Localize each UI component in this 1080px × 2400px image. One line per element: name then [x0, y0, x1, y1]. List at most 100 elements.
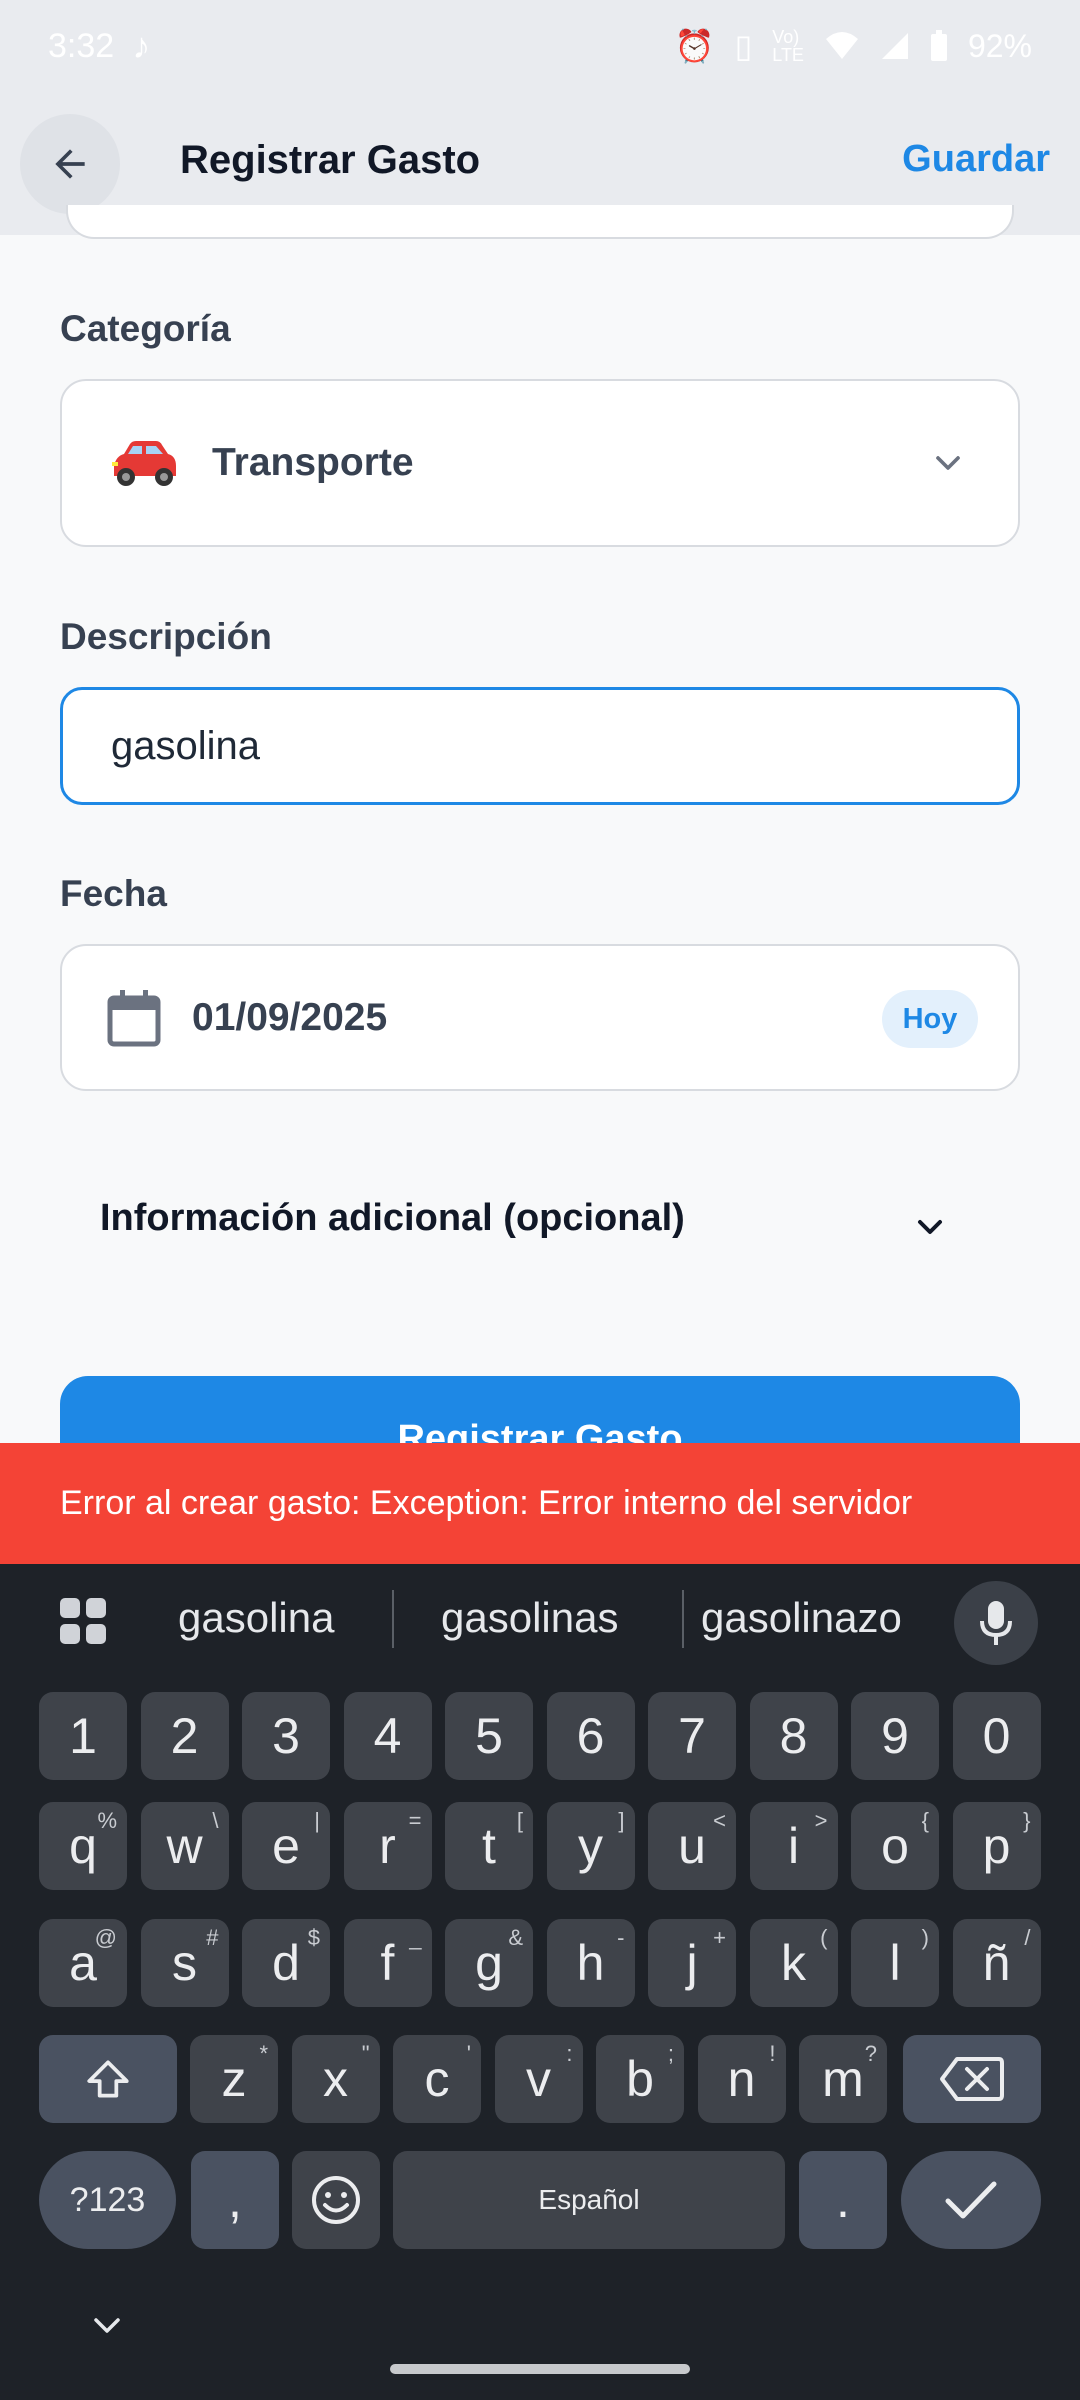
key-0[interactable]: 0 [952, 1692, 1041, 1780]
comma-key[interactable]: , [191, 2151, 279, 2249]
home-indicator[interactable] [390, 2364, 690, 2374]
key-3-label: 3 [272, 1708, 300, 1764]
symbols-key[interactable]: ?123 [39, 2151, 176, 2249]
key-p-label: p [982, 1818, 1011, 1874]
key-l-alt-char: ) [921, 1925, 929, 1950]
key-u[interactable]: u < [648, 1802, 736, 1890]
key-m[interactable]: m? [799, 2035, 887, 2123]
back-button[interactable] [20, 114, 120, 214]
key-w[interactable]: w \ [140, 1802, 229, 1890]
key-ñ[interactable]: ñ / [952, 1919, 1041, 2007]
description-input[interactable] [111, 723, 971, 769]
suggestion-divider [392, 1590, 394, 1648]
today-chip[interactable]: Hoy [882, 990, 978, 1048]
key-d-alt-char: $ [307, 1925, 320, 1950]
amount-field-partial[interactable] [66, 205, 1014, 239]
key-h[interactable]: h- [546, 1919, 635, 2007]
wifi-icon [825, 32, 858, 59]
key-c[interactable]: c ' [393, 2035, 481, 2123]
key-z[interactable]: z * [190, 2035, 278, 2123]
key-3[interactable]: 3 [242, 1692, 330, 1780]
key-4-label: 4 [373, 1708, 402, 1764]
done-key[interactable] [901, 2151, 1041, 2249]
key-v-label: v [526, 2051, 551, 2107]
key-k[interactable]: k( [749, 1919, 838, 2007]
key-x-alt-char: " [361, 2041, 370, 2066]
space-key-label: Español [538, 2184, 640, 2215]
key-q-alt-char: % [97, 1808, 117, 1833]
key-x[interactable]: x " [291, 2035, 380, 2123]
key-e[interactable]: e | [242, 1802, 330, 1890]
apps-grid-icon[interactable] [58, 1596, 108, 1646]
car-icon [112, 441, 176, 486]
shift-icon [87, 2060, 129, 2098]
space-key[interactable]: Español [393, 2151, 785, 2249]
key-j[interactable]: j + [648, 1919, 736, 2007]
key-b[interactable]: b; [596, 2035, 684, 2123]
key-l-label: l [889, 1935, 901, 1991]
key-f[interactable]: f _ [343, 1919, 432, 2007]
key-9[interactable]: 9 [851, 1692, 939, 1780]
suggestion-bar: gasolina gasolinas gasolinazo [0, 1564, 1080, 1672]
description-field[interactable] [60, 687, 1020, 805]
lte-icon: Vo) LTE [772, 27, 804, 65]
key-t[interactable]: t[ [445, 1802, 533, 1890]
key-a[interactable]: a @ [39, 1919, 127, 2007]
battery-icon [930, 30, 947, 61]
save-button[interactable]: Guardar [902, 138, 1050, 181]
additional-info-toggle[interactable]: Información adicional (opcional) [100, 1197, 685, 1240]
key-r[interactable]: r = [343, 1802, 432, 1890]
key-ñ-label: ñ [982, 1935, 1011, 1991]
suggestion-3[interactable]: gasolinazo [701, 1594, 902, 1642]
key-x-label: x [323, 2051, 348, 2107]
suggestion-1[interactable]: gasolina [178, 1594, 334, 1642]
chevron-down-icon[interactable] [910, 1207, 950, 1247]
date-field[interactable]: 01/09/2025 Hoy [60, 944, 1020, 1091]
key-o[interactable]: o{ [851, 1802, 939, 1890]
key-t-label: t [482, 1818, 496, 1874]
key-n[interactable]: n! [697, 2035, 786, 2123]
suggestion-2[interactable]: gasolinas [441, 1594, 618, 1642]
key-l[interactable]: l) [851, 1919, 939, 2007]
emoji-key[interactable] [292, 2151, 380, 2249]
key-1[interactable]: 1 [39, 1692, 127, 1780]
date-label: Fecha [60, 873, 167, 914]
key-s[interactable]: s # [140, 1919, 229, 2007]
date-value: 01/09/2025 [192, 995, 388, 1039]
shift-key[interactable] [39, 2035, 177, 2123]
collapse-keyboard-icon[interactable] [90, 2314, 124, 2338]
key-4[interactable]: 4 [343, 1692, 432, 1780]
key-6[interactable]: 6 [546, 1692, 635, 1780]
key-h-label: h [576, 1935, 605, 1991]
key-g[interactable]: g & [445, 1919, 533, 2007]
period-key[interactable]: . [799, 2151, 887, 2249]
key-v[interactable]: v: [494, 2035, 583, 2123]
key-r-alt-char: = [408, 1808, 422, 1833]
vibrate-icon: ▯ [734, 28, 753, 64]
key-z-label: z [221, 2051, 247, 2107]
key-r-label: r [379, 1818, 396, 1874]
symbols-key-label: ?123 [69, 2180, 146, 2219]
key-g-alt-char: & [508, 1925, 523, 1950]
key-y[interactable]: y] [546, 1802, 635, 1890]
key-ñ-alt-char: / [1024, 1925, 1031, 1950]
tiktok-icon: ♪ [132, 25, 151, 66]
key-7[interactable]: 7 [648, 1692, 736, 1780]
key-5[interactable]: 5 [445, 1692, 533, 1780]
key-q-label: q [69, 1818, 97, 1874]
key-p[interactable]: p} [952, 1802, 1041, 1890]
mic-button[interactable] [954, 1581, 1038, 1665]
key-b-label: b [626, 2051, 654, 2107]
key-p-alt-char: } [1023, 1808, 1031, 1833]
category-dropdown[interactable]: Transporte [60, 379, 1020, 547]
key-k-label: k [781, 1935, 806, 1991]
key-i[interactable]: i > [749, 1802, 838, 1890]
key-q[interactable]: q% [39, 1802, 127, 1890]
key-c-label: c [424, 2051, 450, 2107]
key-u-label: u [678, 1818, 706, 1874]
key-d[interactable]: d $ [242, 1919, 330, 2007]
key-8[interactable]: 8 [749, 1692, 838, 1780]
calendar-icon [107, 989, 161, 1046]
backspace-key[interactable] [903, 2035, 1041, 2123]
key-2[interactable]: 2 [140, 1692, 229, 1780]
